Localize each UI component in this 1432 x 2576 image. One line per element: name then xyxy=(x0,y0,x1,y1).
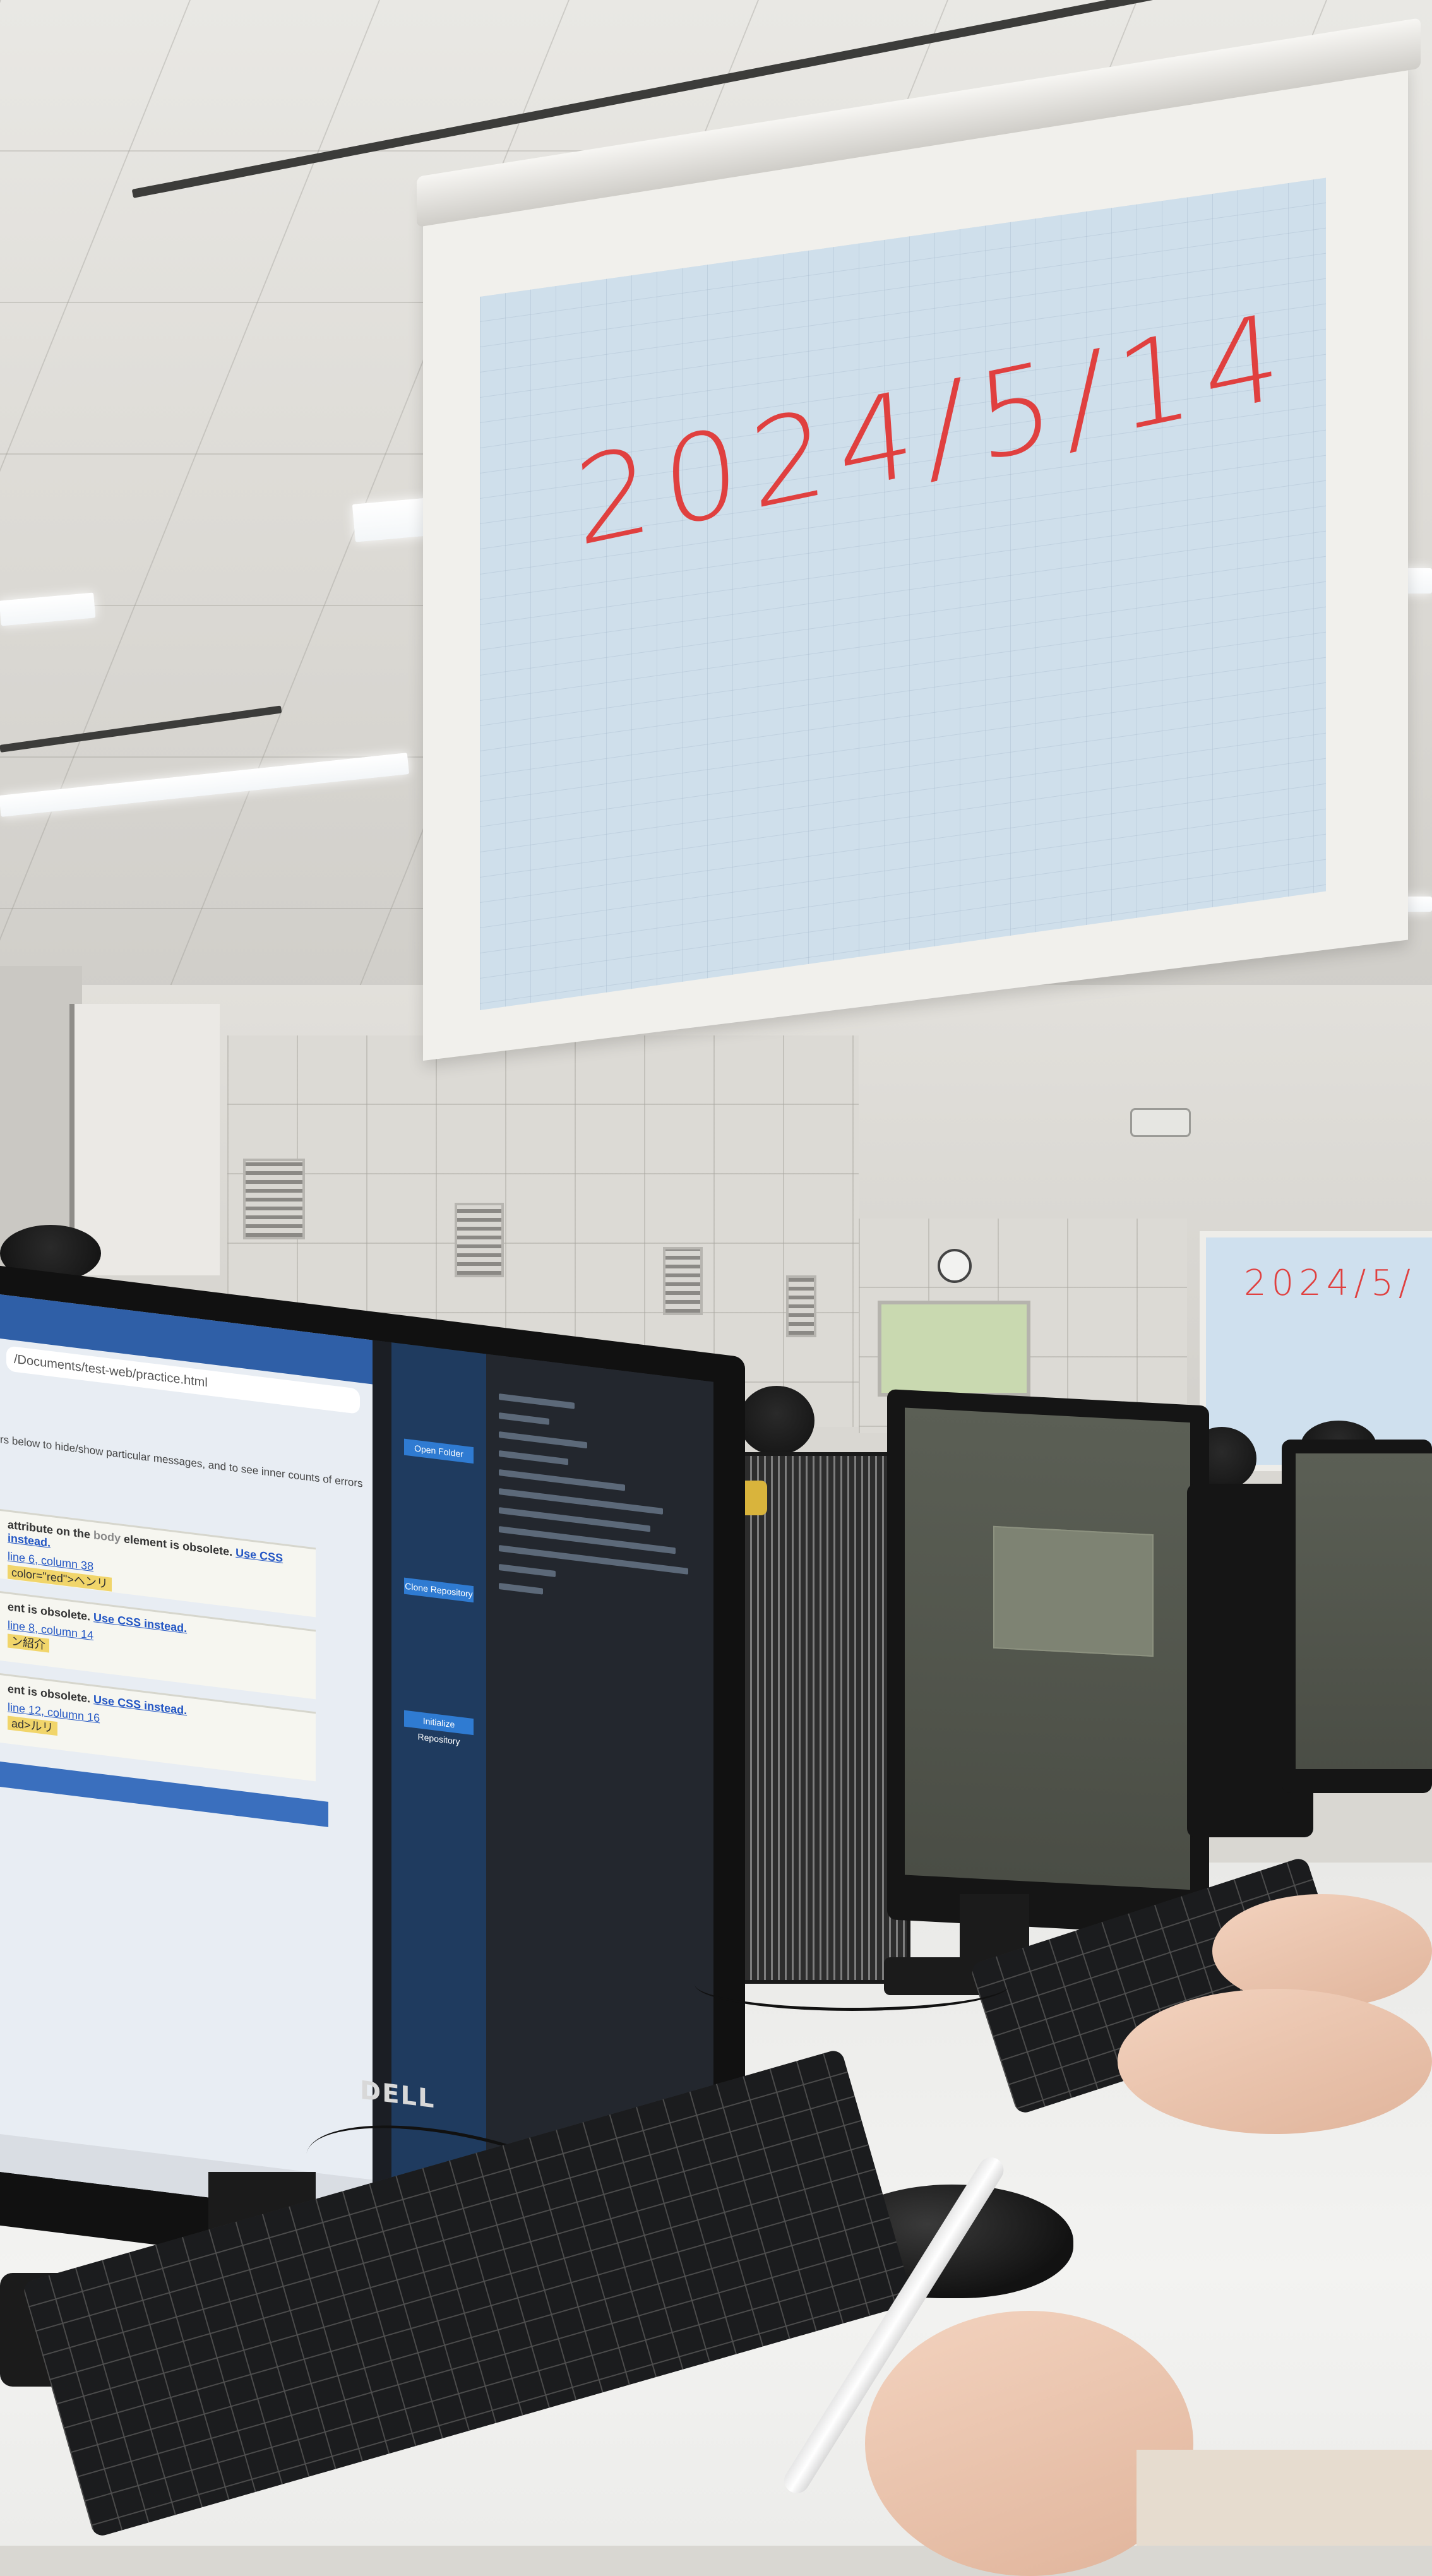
code-line xyxy=(499,1412,549,1425)
code-line xyxy=(499,1450,568,1465)
sleeve xyxy=(1137,2450,1432,2546)
wall-louver xyxy=(243,1159,305,1239)
door-panel xyxy=(69,1004,220,1275)
code-line xyxy=(499,1469,625,1491)
validator-intro-text: rs below to hide/show particular message… xyxy=(0,1433,366,1491)
code-line xyxy=(499,1563,556,1578)
clone-repository-button[interactable]: Clone Repository xyxy=(404,1577,474,1603)
wall-louver xyxy=(455,1203,504,1277)
wall-louver xyxy=(786,1275,816,1337)
code-line xyxy=(499,1393,575,1409)
wall-louver xyxy=(663,1247,703,1315)
login-dialog xyxy=(993,1525,1154,1657)
screen-date: 2024/5/14 xyxy=(570,285,1296,574)
initialize-repository-button[interactable]: Initialize Repository xyxy=(404,1710,474,1746)
open-folder-button[interactable]: Open Folder xyxy=(404,1438,474,1464)
warning-code-excerpt: ン紹介 xyxy=(8,1633,49,1653)
monitor-right xyxy=(1282,1440,1432,1793)
warning-code-excerpt: ad>ルリ xyxy=(8,1715,57,1736)
rear-screen-date: 2024/5/ xyxy=(1244,1263,1416,1304)
projection-screen: 2024/5/14 xyxy=(480,177,1326,1010)
monitor-right-display xyxy=(1296,1453,1432,1769)
code-line xyxy=(499,1431,587,1449)
wall-clock xyxy=(938,1249,972,1283)
student-head xyxy=(739,1386,814,1455)
monitor-middle-display xyxy=(905,1407,1190,1890)
code-line xyxy=(499,1582,543,1595)
browser-window: /Documents/test-web/practice.html rs bel… xyxy=(0,1294,373,2218)
projector xyxy=(1130,1108,1191,1137)
typing-hand xyxy=(1118,1989,1432,2134)
cable xyxy=(695,1957,1010,2011)
green-board xyxy=(878,1301,1030,1397)
monitor-middle xyxy=(887,1389,1209,1936)
